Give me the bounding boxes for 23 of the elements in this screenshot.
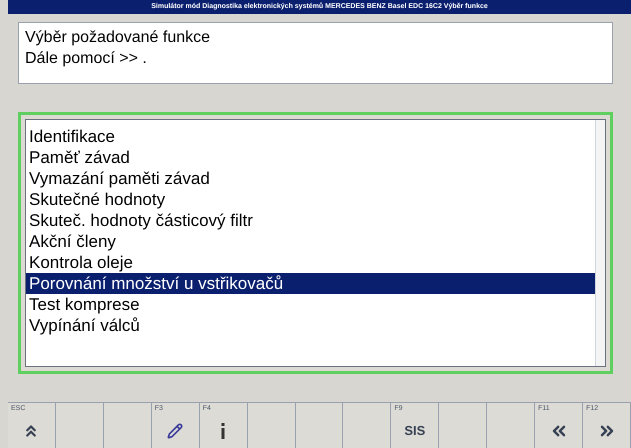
function-item[interactable]: Skutečné hodnoty — [26, 189, 595, 210]
message-text: Výběr požadované funkce — [25, 28, 212, 48]
key-caption: SIS — [404, 422, 426, 440]
function-item[interactable]: Paměť závad — [26, 147, 595, 168]
scrollbar[interactable] — [595, 120, 605, 366]
function-key[interactable] — [248, 403, 296, 448]
function-item[interactable]: Vypínání válců — [26, 315, 595, 336]
function-item[interactable]: Kontrola oleje — [26, 252, 595, 273]
pencil-icon — [167, 422, 184, 438]
function-item[interactable]: Vymazání paměti závad — [26, 168, 595, 189]
function-item[interactable]: Akční členy — [26, 231, 595, 252]
function-key[interactable] — [56, 403, 104, 448]
message-text: Dále pomocí >> . — [25, 49, 148, 69]
info-icon — [220, 422, 226, 438]
function-key[interactable] — [439, 403, 488, 448]
function-item[interactable]: Porovnání množství u vstřikovačů — [26, 273, 595, 294]
function-key[interactable] — [343, 403, 392, 448]
function-key[interactable] — [487, 403, 536, 448]
function-item[interactable]: Identifikace — [26, 126, 595, 147]
function-item[interactable]: Test komprese — [26, 294, 595, 315]
function-key[interactable] — [104, 403, 152, 448]
function-item[interactable]: Skuteč. hodnoty částicový filtr — [26, 210, 595, 231]
function-key[interactable] — [296, 403, 344, 448]
